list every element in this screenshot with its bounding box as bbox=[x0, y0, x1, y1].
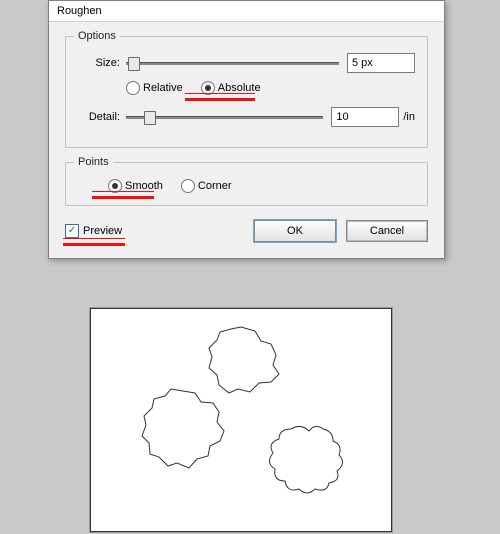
size-slider[interactable] bbox=[126, 55, 339, 71]
points-legend: Points bbox=[74, 156, 113, 168]
annotation-underline bbox=[92, 191, 154, 199]
points-group: Points Smooth Corner bbox=[65, 162, 428, 206]
relative-radio[interactable]: Relative bbox=[126, 81, 183, 95]
detail-input[interactable] bbox=[331, 107, 399, 127]
smooth-radio[interactable]: Smooth bbox=[108, 179, 163, 193]
preview-label: Preview bbox=[83, 225, 122, 237]
ok-button[interactable]: OK bbox=[254, 220, 336, 242]
options-legend: Options bbox=[74, 30, 120, 42]
dialog-title: Roughen bbox=[49, 1, 444, 22]
absolute-radio[interactable]: Absolute bbox=[201, 81, 261, 95]
detail-slider[interactable] bbox=[126, 109, 323, 125]
corner-label: Corner bbox=[198, 180, 232, 192]
detail-label: Detail: bbox=[78, 111, 120, 123]
options-group: Options Size: Relative Absolute bbox=[65, 36, 428, 148]
corner-radio[interactable]: Corner bbox=[181, 179, 232, 193]
preview-checkbox[interactable]: ✓ Preview bbox=[65, 224, 122, 238]
dialog-body: Options Size: Relative Absolute bbox=[49, 22, 444, 258]
document-canvas bbox=[90, 308, 392, 532]
size-input[interactable] bbox=[347, 53, 415, 73]
radio-icon bbox=[181, 179, 195, 193]
checkbox-icon: ✓ bbox=[65, 224, 79, 238]
annotation-underline bbox=[185, 93, 255, 101]
preview-artwork bbox=[91, 309, 391, 531]
relative-label: Relative bbox=[143, 82, 183, 94]
size-slider-thumb[interactable] bbox=[128, 57, 140, 71]
roughen-dialog: Roughen Options Size: Relative Absol bbox=[48, 0, 445, 259]
annotation-underline bbox=[63, 238, 125, 246]
detail-slider-thumb[interactable] bbox=[144, 111, 156, 125]
size-row: Size: bbox=[78, 53, 415, 73]
dialog-buttons: ✓ Preview OK Cancel bbox=[65, 220, 428, 242]
detail-unit: /in bbox=[403, 111, 415, 123]
cancel-button[interactable]: Cancel bbox=[346, 220, 428, 242]
size-label: Size: bbox=[78, 57, 120, 69]
detail-row: Detail: /in bbox=[78, 107, 415, 127]
radio-icon bbox=[126, 81, 140, 95]
